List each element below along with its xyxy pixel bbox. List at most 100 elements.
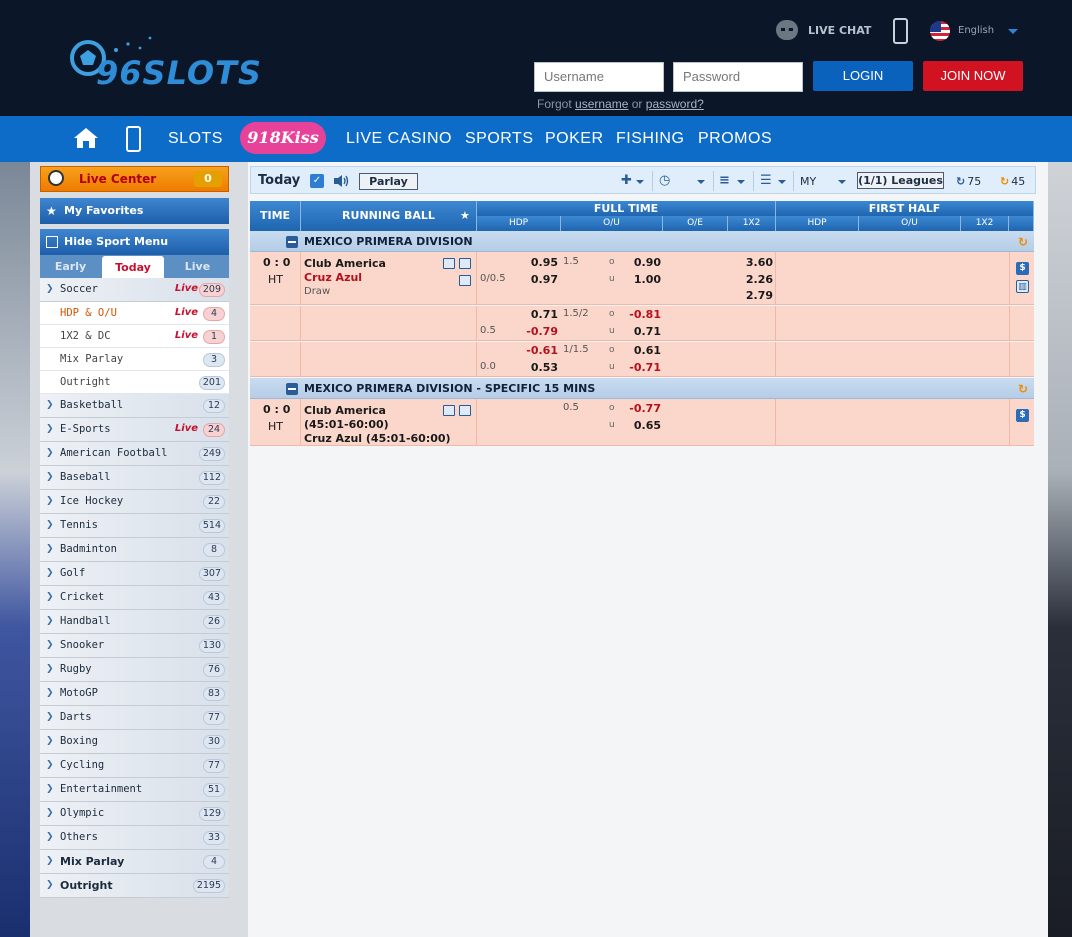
sport-sub-mix-parlay[interactable]: Mix Parlay 3: [40, 348, 229, 371]
league-header[interactable]: MEXICO PRIMERA DIVISION ↻: [250, 231, 1034, 252]
sport-item-golf[interactable]: ❯ Golf 307: [40, 562, 229, 586]
sport-item-snooker[interactable]: ❯ Snooker 130: [40, 634, 229, 658]
speaker-icon[interactable]: [333, 174, 349, 188]
sport-item-others[interactable]: ❯ Others 33: [40, 826, 229, 850]
leagues-button[interactable]: (1/1) Leagues: [857, 172, 944, 189]
dollar-icon[interactable]: $: [1016, 262, 1029, 275]
mobile-phone-icon[interactable]: [893, 18, 908, 44]
odds-over[interactable]: 0.61: [621, 344, 661, 357]
dollar-icon[interactable]: $: [1016, 409, 1029, 422]
stats-icon[interactable]: [443, 258, 455, 269]
nav-918kiss[interactable]: 918Kiss: [240, 122, 326, 154]
chevron-down-icon[interactable]: [838, 180, 846, 188]
nav-poker[interactable]: POKER: [545, 116, 604, 162]
sport-item-handball[interactable]: ❯ Handball 26: [40, 610, 229, 634]
nav-promos[interactable]: PROMOS: [698, 116, 772, 162]
add-icon[interactable]: ✚: [621, 173, 632, 188]
login-button[interactable]: LOGIN: [813, 61, 913, 91]
sport-item-esports[interactable]: ❯ E-Sports Live 24: [40, 418, 229, 442]
nav-fishing[interactable]: FISHING: [616, 116, 684, 162]
odds-under[interactable]: 1.00: [621, 273, 661, 286]
odds-over[interactable]: -0.77: [621, 402, 661, 415]
odds-away[interactable]: 0.97: [518, 273, 558, 286]
odds-x[interactable]: 2.79: [733, 289, 773, 302]
sport-sub-outright[interactable]: Outright 201: [40, 371, 229, 394]
sport-item-motogp[interactable]: ❯ MotoGP 83: [40, 682, 229, 706]
list-view-icon[interactable]: ☰: [760, 173, 772, 188]
stats-icon[interactable]: [443, 405, 455, 416]
odds-1[interactable]: 3.60: [733, 256, 773, 269]
sort-icon[interactable]: ≡: [719, 173, 730, 188]
forgot-username-link[interactable]: username: [575, 97, 628, 111]
odds-under[interactable]: -0.71: [621, 361, 661, 374]
league-header[interactable]: MEXICO PRIMERA DIVISION - SPECIFIC 15 MI…: [250, 378, 1034, 399]
refresh-count-b[interactable]: ↻ 45: [1000, 175, 1025, 188]
password-input[interactable]: Password: [673, 62, 803, 92]
odds-type-select[interactable]: MY: [800, 175, 816, 188]
clock-icon[interactable]: ◷: [659, 173, 670, 188]
chevron-down-icon[interactable]: [778, 180, 786, 188]
sport-item-outright[interactable]: ❯ Outright 2195: [40, 874, 229, 898]
collapse-icon[interactable]: [286, 236, 298, 248]
mobile-nav-icon[interactable]: [126, 126, 141, 152]
sport-item-baseball[interactable]: ❯ Baseball 112: [40, 466, 229, 490]
sport-item-soccer[interactable]: ❯ Soccer Live 209: [40, 278, 229, 302]
logo-text[interactable]: 96SLOTS: [96, 54, 262, 92]
odds-home[interactable]: -0.61: [518, 344, 558, 357]
checkbox-icon[interactable]: ✓: [310, 174, 324, 188]
chevron-down-icon[interactable]: [697, 180, 705, 188]
odds-away[interactable]: -0.79: [518, 325, 558, 338]
nav-sports[interactable]: SPORTS: [465, 116, 534, 162]
refresh-icon[interactable]: ↻: [1018, 382, 1028, 396]
refresh-count-a[interactable]: ↻ 75: [956, 175, 981, 188]
hide-sport-menu-button[interactable]: Hide Sport Menu: [40, 229, 229, 255]
join-now-button[interactable]: JOIN NOW: [923, 61, 1023, 91]
sport-item-ice-hockey[interactable]: ❯ Ice Hockey 22: [40, 490, 229, 514]
odds-home[interactable]: 0.95: [518, 256, 558, 269]
star-icon[interactable]: ★: [460, 209, 470, 222]
forgot-password-link[interactable]: password?: [646, 97, 704, 111]
tab-early[interactable]: Early: [40, 255, 101, 278]
sport-item-basketball[interactable]: ❯ Basketball 12: [40, 394, 229, 418]
sport-item-olympic[interactable]: ❯ Olympic 129: [40, 802, 229, 826]
sport-sub-hdp-ou[interactable]: HDP & O/U Live 4: [40, 302, 229, 325]
chevron-down-icon[interactable]: [737, 180, 745, 188]
odds-away[interactable]: 0.53: [518, 361, 558, 374]
language-label[interactable]: English: [958, 25, 994, 36]
sport-item-boxing[interactable]: ❯ Boxing 30: [40, 730, 229, 754]
favorite-icon[interactable]: [459, 405, 471, 416]
sport-item-tennis[interactable]: ❯ Tennis 514: [40, 514, 229, 538]
odds-under[interactable]: 0.65: [621, 419, 661, 432]
sport-item-rugby[interactable]: ❯ Rugby 76: [40, 658, 229, 682]
sport-item-cricket[interactable]: ❯ Cricket 43: [40, 586, 229, 610]
odds-2[interactable]: 2.26: [733, 273, 773, 286]
sport-item-entertainment[interactable]: ❯ Entertainment 51: [40, 778, 229, 802]
nav-live-casino[interactable]: LIVE CASINO: [346, 116, 452, 162]
odds-under[interactable]: 0.71: [621, 325, 661, 338]
home-icon[interactable]: [73, 127, 99, 149]
tab-live[interactable]: Live: [166, 255, 229, 278]
my-favorites-button[interactable]: My Favorites: [40, 198, 229, 224]
sport-item-cycling[interactable]: ❯ Cycling 77: [40, 754, 229, 778]
parlay-button[interactable]: Parlay: [359, 173, 418, 190]
odds-over[interactable]: -0.81: [621, 308, 661, 321]
malaysia-flag-icon[interactable]: [930, 21, 950, 41]
sport-item-darts[interactable]: ❯ Darts 77: [40, 706, 229, 730]
odds-over[interactable]: 0.90: [621, 256, 661, 269]
username-input[interactable]: Username: [534, 62, 664, 92]
chart-icon[interactable]: ▥: [1016, 280, 1029, 293]
sport-sub-1x2-dc[interactable]: 1X2 & DC Live 1: [40, 325, 229, 348]
nav-slots[interactable]: SLOTS: [168, 116, 223, 162]
sport-item-badminton[interactable]: ❯ Badminton 8: [40, 538, 229, 562]
tv-icon[interactable]: [459, 275, 471, 286]
favorite-icon[interactable]: [459, 258, 471, 269]
collapse-icon[interactable]: [286, 383, 298, 395]
odds-home[interactable]: 0.71: [518, 308, 558, 321]
sport-item-american-football[interactable]: ❯ American Football 249: [40, 442, 229, 466]
refresh-icon[interactable]: ↻: [1018, 235, 1028, 249]
chevron-down-icon[interactable]: [636, 180, 644, 188]
chevron-down-icon[interactable]: [1008, 29, 1018, 39]
live-chat-link[interactable]: LIVE CHAT: [776, 20, 871, 40]
sport-item-mix-parlay[interactable]: ❯ Mix Parlay 4: [40, 850, 229, 874]
tab-today[interactable]: Today: [102, 256, 164, 278]
